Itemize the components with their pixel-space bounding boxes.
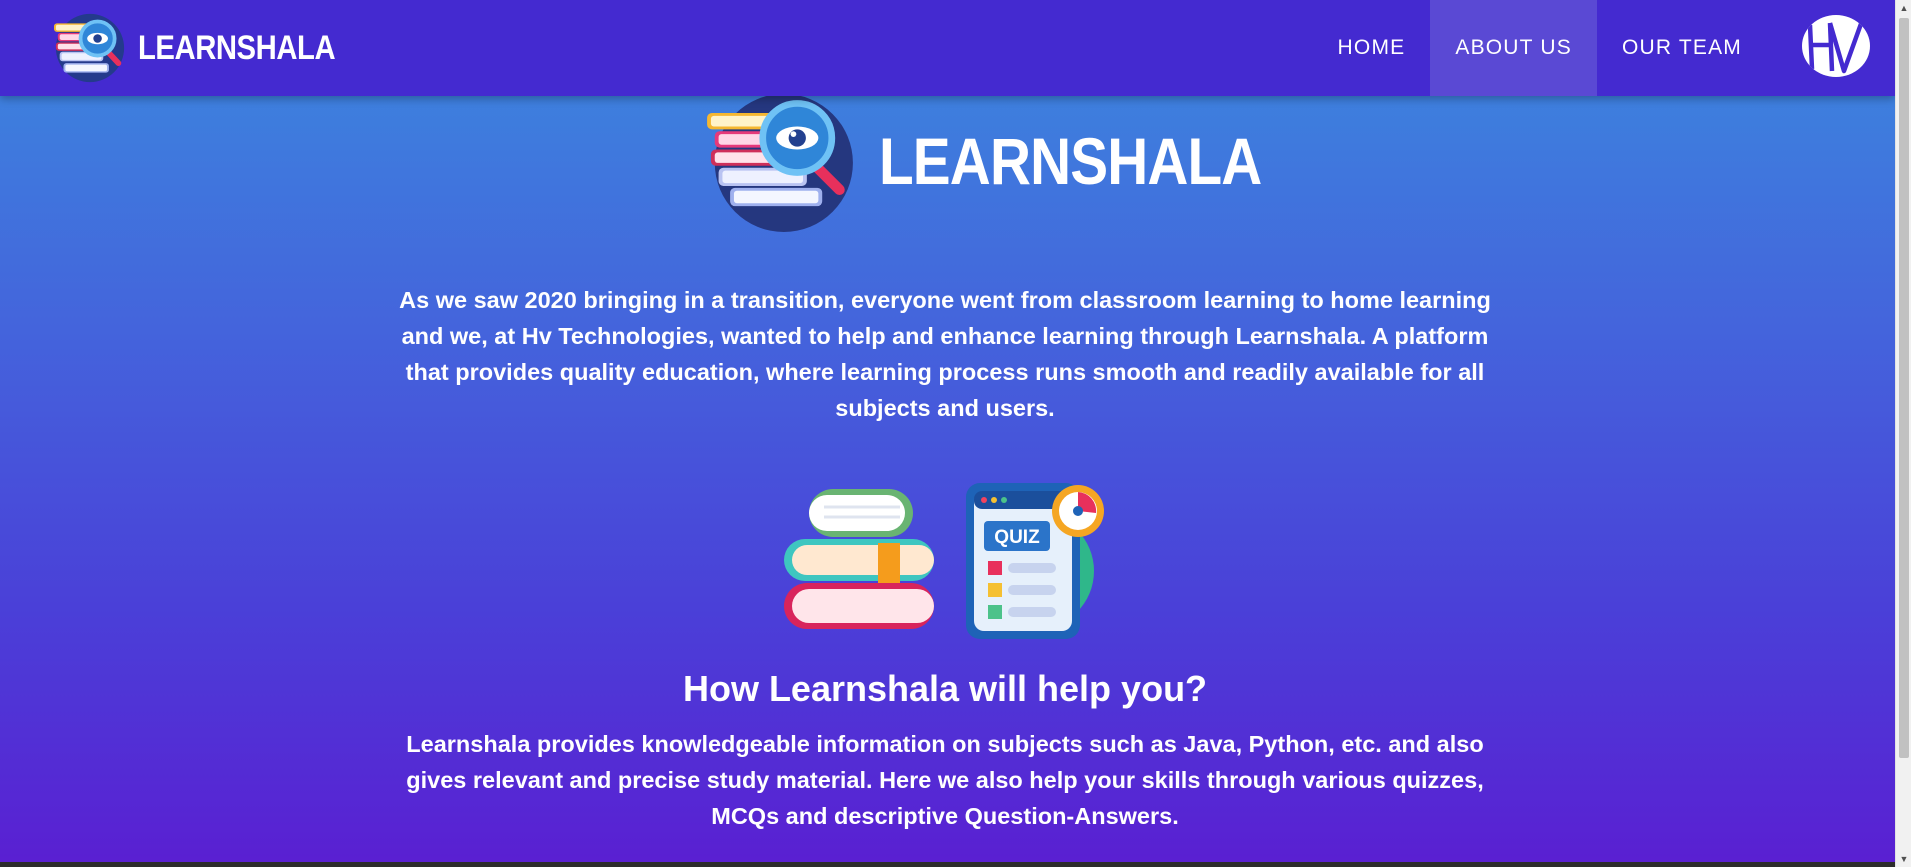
quiz-icon: QUIZ — [966, 483, 1104, 639]
hero-brand: LEARNSHALA — [703, 90, 1324, 232]
nav-about-us[interactable]: ABOUT US — [1430, 0, 1597, 96]
scroll-down-icon[interactable]: ▼ — [1896, 851, 1911, 867]
scroll-thumb[interactable] — [1899, 18, 1909, 758]
illustrations: QUIZ — [784, 483, 1104, 639]
hv-technologies-logo[interactable] — [1802, 15, 1870, 77]
books-magnifier-icon — [707, 93, 853, 232]
brand-home-link[interactable]: LEARNSHALA — [52, 12, 367, 84]
help-heading: How Learnshala will help you? — [682, 668, 1208, 709]
page: LEARNSHALA HOME ABOUT US OUR TEAM LEARNS… — [0, 0, 1895, 867]
hero-title: LEARNSHALA — [879, 124, 1262, 198]
books-stack-icon — [784, 489, 934, 629]
scroll-up-icon[interactable]: ▲ — [1896, 0, 1911, 16]
nav-home[interactable]: HOME — [1313, 0, 1431, 96]
main-nav: HOME ABOUT US OUR TEAM — [1313, 0, 1767, 96]
vertical-scrollbar[interactable]: ▲ ▼ — [1895, 0, 1911, 867]
navbar: LEARNSHALA HOME ABOUT US OUR TEAM — [0, 0, 1895, 96]
brand-name: LEARNSHALA — [138, 28, 336, 67]
quiz-label: QUIZ — [994, 527, 1040, 548]
intro-paragraph: As we saw 2020 bringing in a transition,… — [399, 287, 1491, 421]
window-bottom-edge — [0, 862, 1895, 867]
help-paragraph: Learnshala provides knowledgeable inform… — [406, 731, 1484, 829]
nav-our-team[interactable]: OUR TEAM — [1597, 0, 1767, 96]
books-magnifier-icon — [54, 13, 125, 83]
